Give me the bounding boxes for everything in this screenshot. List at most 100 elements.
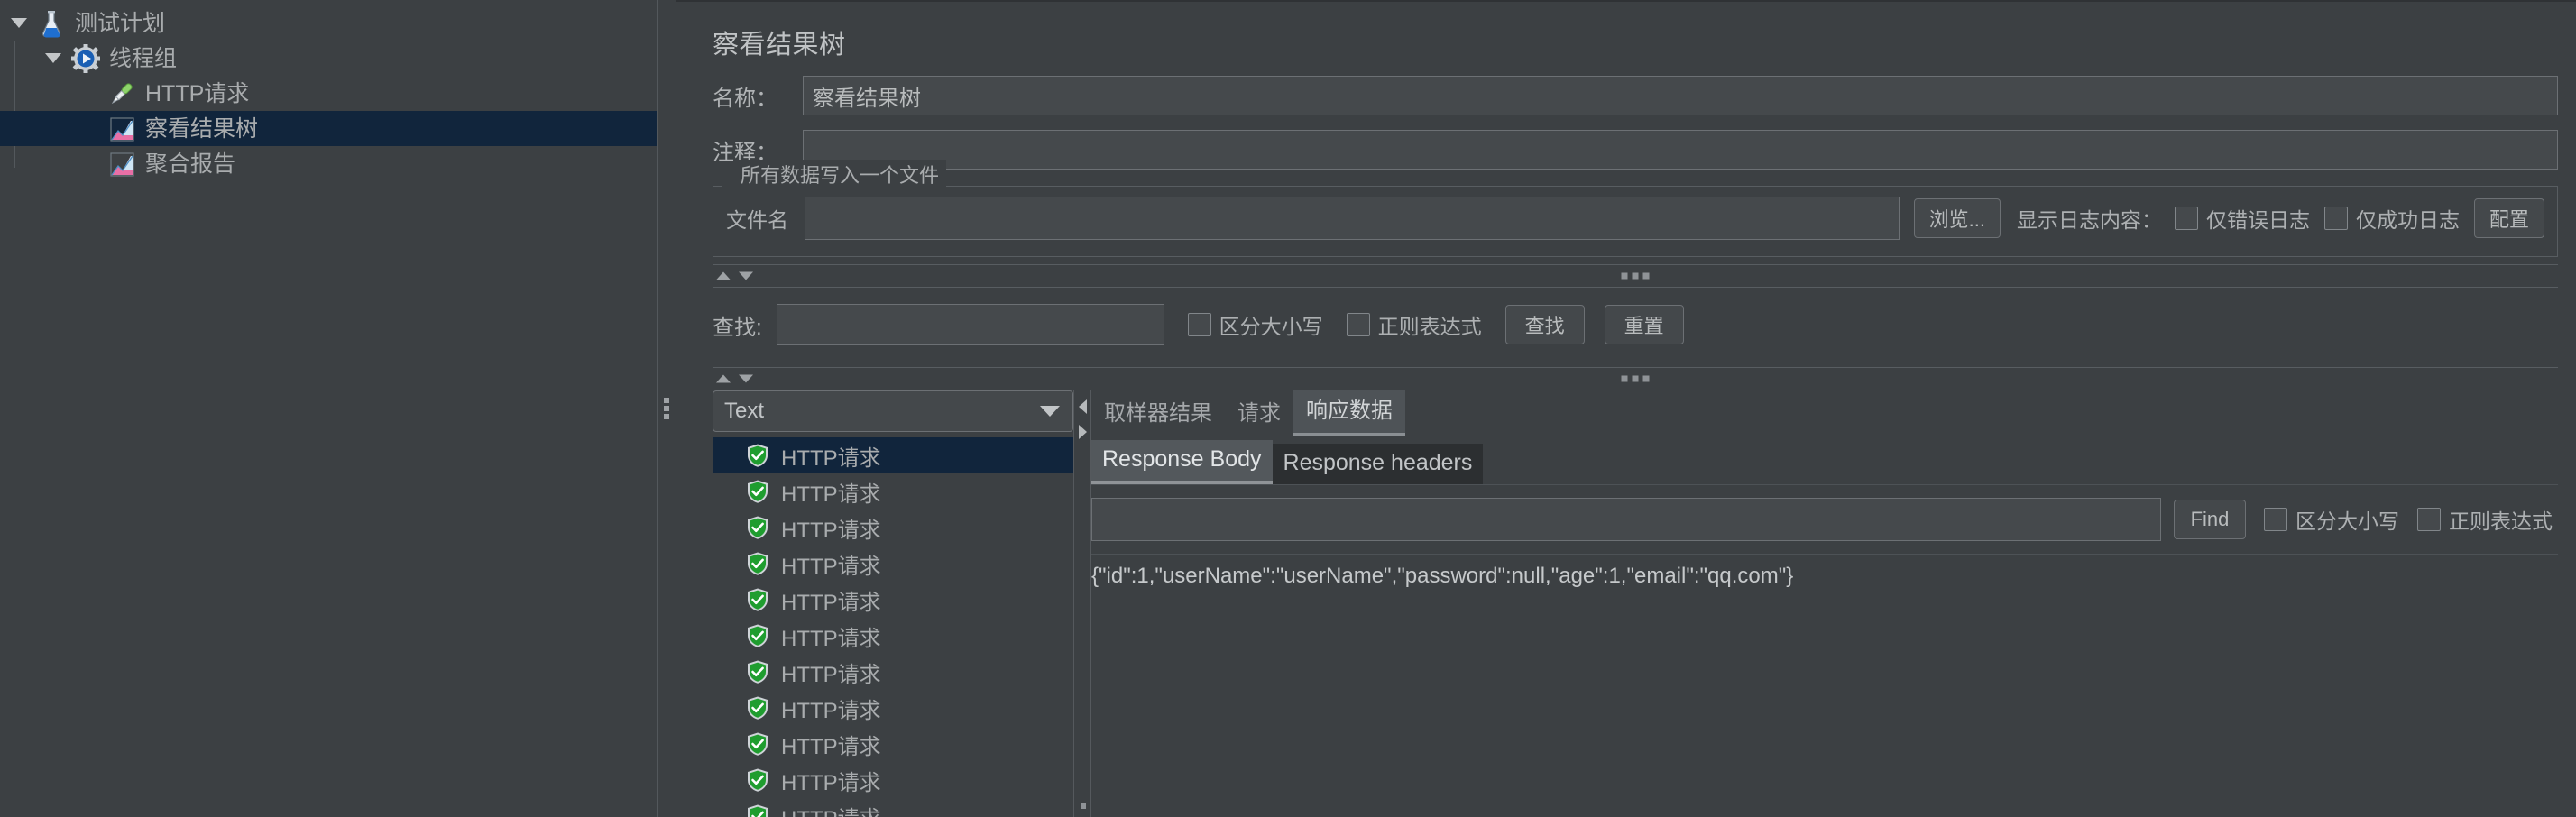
test-plan-tree[interactable]: 测试计划 线程组 HTTP请求 察看结果树 聚合报告 <box>0 0 657 817</box>
browse-button[interactable]: 浏览... <box>1913 198 2001 238</box>
result-list-item[interactable]: HTTP请求 <box>713 546 1073 582</box>
render-format-value: Text <box>724 399 765 424</box>
name-input[interactable]: 察看结果树 <box>803 76 2558 115</box>
success-shield-icon <box>745 803 770 817</box>
result-list-item[interactable]: HTTP请求 <box>713 798 1073 817</box>
response-subtabbar[interactable]: Response Body Response headers <box>1091 440 2558 484</box>
success-shield-icon <box>745 767 770 793</box>
tree-item-label: 线程组 <box>109 46 178 71</box>
success-shield-icon <box>745 515 770 540</box>
configure-button[interactable]: 配置 <box>2473 198 2544 238</box>
result-item-label: HTTP请求 <box>781 554 881 579</box>
splitter-bar-upper[interactable] <box>713 264 2558 288</box>
splitter-dots <box>1621 375 1650 382</box>
detail-tab[interactable]: 请求 <box>1225 388 1293 436</box>
success-only-checkbox[interactable]: 仅成功日志 <box>2323 203 2460 234</box>
find-regex-checkbox[interactable]: 正则表达式 <box>2417 504 2553 535</box>
checkbox-box[interactable] <box>2417 508 2441 531</box>
arrow-left-icon[interactable] <box>1079 399 1087 414</box>
tree-item-label: 测试计划 <box>75 11 166 36</box>
reset-button[interactable]: 重置 <box>1604 305 1684 344</box>
result-list-item[interactable]: HTTP请求 <box>713 762 1073 798</box>
result-list-item[interactable]: HTTP请求 <box>713 654 1073 690</box>
checkbox-box[interactable] <box>2264 508 2287 531</box>
write-all-data-to-file-group: 所有数据写入一个文件 文件名 浏览... 显示日志内容： 仅错误日志 仅成功日志… <box>713 159 2558 257</box>
result-list-item[interactable]: HTTP请求 <box>713 726 1073 762</box>
checkbox-box[interactable] <box>2174 207 2198 230</box>
result-item-label: HTTP请求 <box>781 770 881 795</box>
checkbox-box[interactable] <box>1187 313 1211 336</box>
tree-item-http-request[interactable]: HTTP请求 <box>0 76 657 111</box>
tree-expander-thread-group[interactable] <box>36 41 70 76</box>
tree-item-view-results-tree[interactable]: 察看结果树 <box>0 111 657 146</box>
chevron-down-icon[interactable] <box>1040 406 1060 418</box>
search-button[interactable]: 查找 <box>1504 305 1585 344</box>
response-body-text[interactable]: {"id":1,"userName":"userName","password"… <box>1091 554 2558 817</box>
arrow-right-icon[interactable] <box>1079 425 1087 439</box>
tree-item-aggregate-report[interactable]: 聚合报告 <box>0 146 657 181</box>
collapse-up-icon[interactable] <box>716 271 731 280</box>
filename-label: 文件名 <box>726 208 788 232</box>
search-match-case-checkbox[interactable]: 区分大小写 <box>1187 309 1323 340</box>
success-shield-icon <box>745 551 770 576</box>
tree-item-test-plan[interactable]: 测试计划 <box>0 5 657 41</box>
result-item-label: HTTP请求 <box>781 698 881 723</box>
tree-expander-test-plan[interactable] <box>2 5 36 41</box>
find-match-case-label: 区分大小写 <box>2295 509 2399 533</box>
tree-item-label: 聚合报告 <box>145 151 236 177</box>
result-item-label: HTTP请求 <box>781 662 881 687</box>
find-input[interactable] <box>1091 498 2161 541</box>
result-list-item[interactable]: HTTP请求 <box>713 618 1073 654</box>
chart-icon <box>106 149 137 179</box>
detail-tab[interactable]: 取样器结果 <box>1091 388 1225 436</box>
chevron-down-icon <box>45 53 61 63</box>
comment-row: 注释： <box>695 130 2576 170</box>
tree-item-label: HTTP请求 <box>145 81 250 106</box>
search-label: 查找: <box>713 315 762 340</box>
result-list-item[interactable]: HTTP请求 <box>713 437 1073 474</box>
chevron-down-icon <box>11 18 27 28</box>
splitter-grip <box>664 398 669 419</box>
search-regex-checkbox[interactable]: 正则表达式 <box>1346 309 1482 340</box>
pipette-icon <box>106 78 137 109</box>
result-item-label: HTTP请求 <box>781 590 881 615</box>
result-list-item[interactable]: HTTP请求 <box>713 582 1073 618</box>
success-shield-icon <box>745 587 770 612</box>
find-button[interactable]: Find <box>2174 500 2246 539</box>
file-row: 文件名 浏览... 显示日志内容： 仅错误日志 仅成功日志 配置 <box>713 186 2557 240</box>
checkbox-box[interactable] <box>2323 207 2348 230</box>
tree-item-thread-group[interactable]: 线程组 <box>0 41 657 76</box>
results-detail-splitter[interactable] <box>1073 390 1091 817</box>
result-list-item[interactable]: HTTP请求 <box>713 509 1073 546</box>
splitter-arrows[interactable] <box>716 374 753 383</box>
response-subtab[interactable]: Response Body <box>1091 440 1273 484</box>
sample-result-list[interactable]: HTTP请求 HTTP请求 HTTP请求 HTTP请求 HTTP请求 HTTP请求 HTTP… <box>713 437 1073 817</box>
splitter-arrows[interactable] <box>716 271 753 280</box>
comment-input[interactable] <box>803 130 2558 170</box>
main-vertical-splitter[interactable] <box>657 0 676 817</box>
find-match-case-checkbox[interactable]: 区分大小写 <box>2264 504 2399 535</box>
success-only-label: 仅成功日志 <box>2355 208 2460 232</box>
success-shield-icon <box>745 623 770 648</box>
collapse-down-icon[interactable] <box>739 374 753 383</box>
errors-only-label: 仅错误日志 <box>2205 208 2310 232</box>
search-input[interactable] <box>776 304 1164 345</box>
detail-tabbar[interactable]: 取样器结果 请求 响应数据 <box>1091 385 2558 436</box>
result-list-item[interactable]: HTTP请求 <box>713 473 1073 509</box>
view-results-tree-panel: 察看结果树 名称： 察看结果树 注释： 所有数据写入一个文件 文件名 浏览...… <box>676 0 2576 817</box>
response-subtab[interactable]: Response headers <box>1272 444 1484 484</box>
errors-only-checkbox[interactable]: 仅错误日志 <box>2174 203 2310 234</box>
gear-icon <box>70 43 101 74</box>
detail-tab[interactable]: 响应数据 <box>1293 385 1405 436</box>
checkbox-box[interactable] <box>1346 313 1370 336</box>
collapse-down-icon[interactable] <box>739 271 753 280</box>
result-item-label: HTTP请求 <box>781 734 881 759</box>
filename-input[interactable] <box>805 197 1900 240</box>
render-format-dropdown[interactable]: Text <box>713 390 1073 433</box>
splitter-bar-lower[interactable] <box>713 367 2558 390</box>
collapse-up-icon[interactable] <box>716 374 731 383</box>
success-shield-icon <box>745 659 770 684</box>
result-list-item[interactable]: HTTP请求 <box>713 690 1073 726</box>
detail-column: 取样器结果 请求 响应数据 Response Body Response header… <box>1091 385 2558 817</box>
group-top-border: 所有数据写入一个文件 <box>713 159 2557 188</box>
